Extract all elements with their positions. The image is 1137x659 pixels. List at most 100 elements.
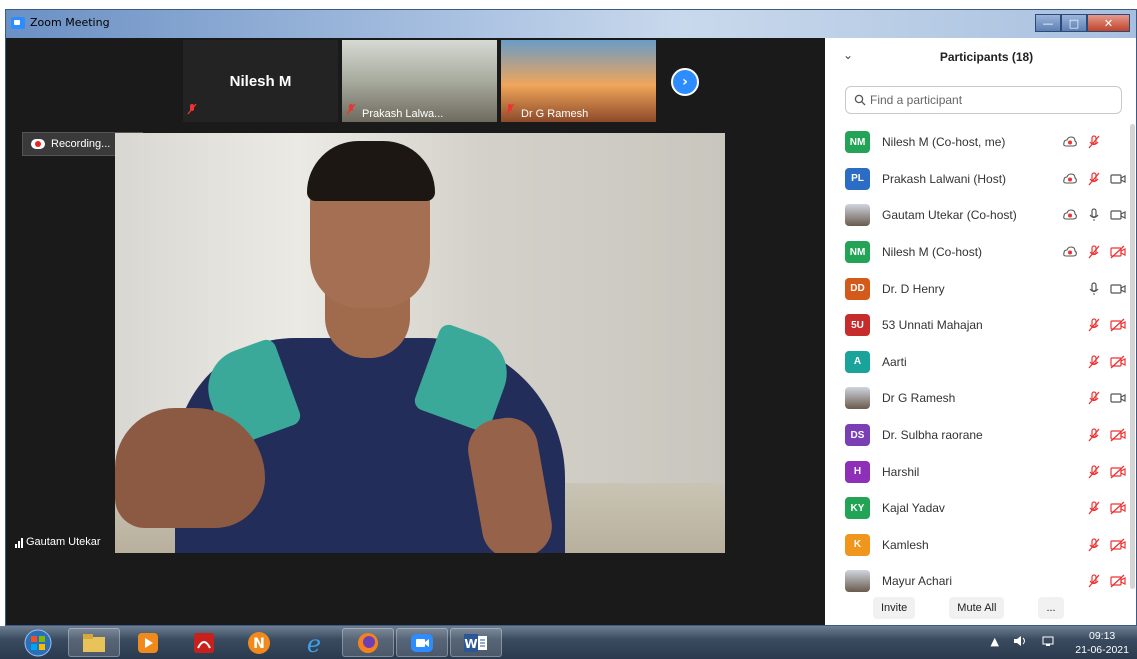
avatar: 5U: [845, 314, 870, 337]
avatar: NM: [845, 131, 870, 154]
video-off-icon: [1109, 317, 1126, 334]
participant-name: Dr. D Henry: [882, 281, 945, 296]
firefox-icon[interactable]: [342, 628, 394, 657]
window-title: Zoom Meeting: [30, 16, 110, 29]
cloud-record-icon: [31, 139, 45, 149]
windows-taskbar: N e W ▲ 09:13 21-06-2021: [0, 626, 1137, 659]
thumbnail-label: Dr G Ramesh: [521, 108, 589, 120]
participant-name: Prakash Lalwani (Host): [882, 171, 1007, 186]
maximize-button[interactable]: □: [1061, 14, 1087, 32]
active-speaker-video: [115, 133, 725, 553]
mic-icon: [1085, 207, 1102, 224]
svg-text:e: e: [307, 631, 321, 655]
volume-icon[interactable]: [1013, 635, 1027, 650]
search-input[interactable]: [870, 93, 1100, 107]
recording-status-icon: [1061, 244, 1078, 261]
participant-name: Nilesh M (Co-host, me): [882, 135, 1006, 150]
mic-muted-icon: [1085, 390, 1102, 407]
avatar: KY: [845, 497, 870, 520]
minimize-button[interactable]: —: [1035, 14, 1061, 32]
start-button[interactable]: [12, 628, 64, 657]
media-player-icon[interactable]: [122, 628, 174, 657]
more-button[interactable]: ...: [1038, 597, 1064, 619]
participant-row[interactable]: Dr G Ramesh: [825, 380, 1130, 417]
file-explorer-icon[interactable]: [68, 628, 120, 657]
participant-row[interactable]: K Kamlesh: [825, 527, 1130, 564]
avatar: NM: [845, 241, 870, 264]
svg-text:N: N: [253, 636, 265, 652]
video-off-icon: [1109, 463, 1126, 480]
participant-row[interactable]: Mayur Achari: [825, 563, 1130, 600]
clock-time: 09:13: [1089, 630, 1116, 642]
avatar: [845, 570, 870, 593]
zoom-window: Zoom Meeting — □ ✕ Nilesh M Prakash Lalw…: [5, 9, 1137, 626]
avatar: DS: [845, 424, 870, 447]
thumbnail-nilesh[interactable]: Nilesh M: [183, 40, 338, 122]
word-icon[interactable]: W: [450, 628, 502, 657]
participant-row[interactable]: Gautam Utekar (Co-host): [825, 197, 1130, 234]
mic-muted-icon: [1085, 317, 1102, 334]
recording-status-icon: [1061, 207, 1078, 224]
mute-all-button[interactable]: Mute All: [949, 597, 1005, 619]
participant-row[interactable]: 5U 53 Unnati Mahajan: [825, 307, 1130, 344]
mic-muted-icon: [1085, 427, 1102, 444]
participant-row[interactable]: DS Dr. Sulbha raorane: [825, 417, 1130, 454]
muted-mic-icon: [505, 100, 515, 119]
panel-header: ⌄ Participants (18): [825, 38, 1136, 76]
video-off-icon: [1109, 353, 1126, 370]
participant-row[interactable]: DD Dr. D Henry: [825, 270, 1130, 307]
mic-muted-icon: [1085, 463, 1102, 480]
video-off-icon: [1109, 500, 1126, 517]
system-clock[interactable]: 09:13 21-06-2021: [1075, 629, 1129, 657]
recording-label: Recording...: [51, 138, 111, 150]
app-n-icon[interactable]: N: [233, 628, 285, 657]
video-off-icon: [1109, 244, 1126, 261]
close-button[interactable]: ✕: [1087, 14, 1130, 32]
panel-footer: Invite Mute All ...: [825, 597, 1136, 621]
mic-muted-icon: [1085, 353, 1102, 370]
participant-row[interactable]: A Aarti: [825, 344, 1130, 381]
thumbnail-prakash[interactable]: Prakash Lalwa...: [342, 40, 497, 122]
system-tray: ▲: [991, 635, 1055, 650]
avatar: DD: [845, 277, 870, 300]
participant-row[interactable]: KY Kajal Yadav: [825, 490, 1130, 527]
participant-name: Dr G Ramesh: [882, 391, 956, 406]
participant-name: Harshil: [882, 464, 920, 479]
video-icon: [1109, 280, 1126, 297]
invite-button[interactable]: Invite: [873, 597, 916, 619]
signal-strength-icon: [15, 538, 23, 548]
zoom-taskbar-icon[interactable]: [396, 628, 448, 657]
participant-name: Gautam Utekar (Co-host): [882, 208, 1017, 223]
next-page-button[interactable]: ›: [671, 68, 699, 96]
thumbnail-ramesh[interactable]: Dr G Ramesh: [501, 40, 656, 122]
active-speaker-label: Gautam Utekar: [15, 536, 101, 548]
video-icon: [1109, 390, 1126, 407]
participant-name: 53 Unnati Mahajan: [882, 318, 983, 333]
search-icon: [854, 94, 866, 106]
tray-expand-icon[interactable]: ▲: [991, 635, 999, 650]
network-icon[interactable]: [1041, 635, 1055, 650]
avatar: H: [845, 460, 870, 483]
acrobat-icon[interactable]: [178, 628, 230, 657]
internet-explorer-icon[interactable]: e: [288, 628, 340, 657]
recording-status-icon: [1061, 134, 1078, 151]
video-stage: Nilesh M Prakash Lalwa... Dr G Ramesh › …: [6, 38, 824, 625]
video-icon: [1109, 207, 1126, 224]
participant-row[interactable]: H Harshil: [825, 453, 1130, 490]
participant-row[interactable]: NM Nilesh M (Co-host): [825, 234, 1130, 271]
recording-status-icon: [1061, 170, 1078, 187]
mic-icon: [1085, 280, 1102, 297]
mic-muted-icon: [1085, 573, 1102, 590]
thumbnail-big-name: Nilesh M: [229, 73, 292, 90]
mic-muted-icon: [1085, 500, 1102, 517]
participant-search[interactable]: [845, 86, 1122, 114]
mic-muted-icon: [1085, 244, 1102, 261]
clock-date: 21-06-2021: [1075, 644, 1129, 656]
avatar: [845, 387, 870, 410]
mic-muted-icon: [1085, 170, 1102, 187]
muted-mic-icon: [187, 100, 197, 119]
participant-row[interactable]: NM Nilesh M (Co-host, me): [825, 124, 1130, 161]
participant-name: Dr. Sulbha raorane: [882, 428, 983, 443]
scrollbar[interactable]: [1130, 124, 1135, 589]
participant-row[interactable]: PL Prakash Lalwani (Host): [825, 161, 1130, 198]
